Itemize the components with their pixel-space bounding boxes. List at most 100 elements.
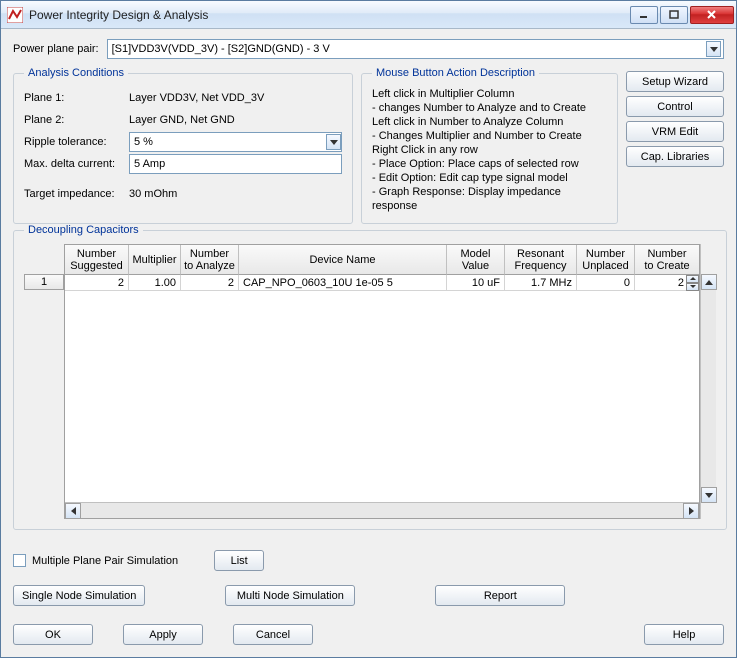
- power-plane-pair-row: Power plane pair: [S1]VDD3V(VDD_3V) - [S…: [13, 39, 724, 59]
- cell-value[interactable]: 10 uF: [447, 275, 505, 291]
- chevron-down-icon: [710, 47, 718, 52]
- app-window: Power Integrity Design & Analysis Power …: [0, 0, 737, 658]
- number-to-create-spinner[interactable]: [686, 275, 699, 291]
- col-multiplier[interactable]: Multiplier: [129, 245, 181, 275]
- cell-multiplier[interactable]: 1.00: [129, 275, 181, 291]
- chevron-left-icon: [71, 507, 76, 515]
- dropdown-button[interactable]: [326, 134, 341, 150]
- mouse-line: - Graph Response: Display impedance resp…: [372, 185, 607, 213]
- ripple-tolerance-label: Ripple tolerance:: [24, 136, 129, 148]
- chevron-down-icon: [705, 493, 713, 498]
- close-button[interactable]: [690, 6, 734, 24]
- power-plane-pair-select[interactable]: [S1]VDD3V(VDD_3V) - [S2]GND(GND) - 3 V: [107, 39, 724, 59]
- col-number-to-analyze[interactable]: Numberto Analyze: [181, 245, 239, 275]
- cell-freq[interactable]: 1.7 MHz: [505, 275, 577, 291]
- decoupling-capacitors-group: Decoupling Capacitors 1 NumberSuggested …: [13, 224, 727, 530]
- chevron-down-icon: [690, 285, 696, 288]
- dialog-buttons: OK Apply Cancel Help: [13, 624, 724, 645]
- spin-down-button[interactable]: [686, 283, 699, 291]
- scroll-right-button[interactable]: [683, 503, 699, 519]
- report-button[interactable]: Report: [435, 585, 565, 606]
- mouse-line: Right Click in any row: [372, 143, 607, 157]
- table-body: 2 1.00 2 CAP_NPO_0603_10U 1e-05 5 10 uF …: [65, 275, 699, 502]
- col-number-unplaced[interactable]: NumberUnplaced: [577, 245, 635, 275]
- list-button[interactable]: List: [214, 550, 264, 571]
- window-buttons: [628, 6, 734, 24]
- plane2-value: Layer GND, Net GND: [129, 114, 342, 126]
- scroll-track[interactable]: [701, 290, 716, 487]
- decap-grid: NumberSuggested Multiplier Numberto Anal…: [64, 244, 700, 519]
- multi-node-simulation-button[interactable]: Multi Node Simulation: [225, 585, 355, 606]
- spin-up-button[interactable]: [686, 275, 699, 283]
- minimize-button[interactable]: [630, 6, 658, 24]
- simulation-buttons: Single Node Simulation Multi Node Simula…: [13, 585, 724, 606]
- table-row[interactable]: 2 1.00 2 CAP_NPO_0603_10U 1e-05 5 10 uF …: [65, 275, 699, 291]
- app-icon: [7, 7, 23, 23]
- help-button[interactable]: Help: [644, 624, 724, 645]
- ok-button[interactable]: OK: [13, 624, 93, 645]
- apply-button[interactable]: Apply: [123, 624, 203, 645]
- vertical-scrollbar[interactable]: [700, 244, 716, 519]
- analysis-conditions-group: Analysis Conditions Plane 1: Layer VDD3V…: [13, 67, 353, 224]
- ripple-tolerance-select[interactable]: 5 %: [129, 132, 342, 152]
- chevron-right-icon: [689, 507, 694, 515]
- window-title: Power Integrity Design & Analysis: [29, 8, 628, 22]
- power-plane-pair-label: Power plane pair:: [13, 43, 99, 55]
- chevron-down-icon: [330, 140, 338, 145]
- power-plane-pair-value: [S1]VDD3V(VDD_3V) - [S2]GND(GND) - 3 V: [112, 43, 330, 55]
- cell-create[interactable]: 2: [635, 275, 699, 291]
- max-delta-current-input[interactable]: [129, 154, 342, 174]
- multiple-plane-pair-checkbox[interactable]: [13, 554, 26, 567]
- ripple-tolerance-value: 5 %: [134, 136, 153, 148]
- side-buttons: Setup Wizard Control VRM Edit Cap. Libra…: [626, 67, 724, 224]
- col-number-suggested[interactable]: NumberSuggested: [65, 245, 129, 275]
- top-section: Analysis Conditions Plane 1: Layer VDD3V…: [13, 67, 724, 224]
- mouse-line: - changes Number to Analyze and to Creat…: [372, 101, 607, 115]
- multiple-plane-pair-label: Multiple Plane Pair Simulation: [32, 555, 178, 567]
- dropdown-button[interactable]: [706, 41, 721, 57]
- col-number-to-create[interactable]: Numberto Create: [635, 245, 699, 275]
- cap-libraries-button[interactable]: Cap. Libraries: [626, 146, 724, 167]
- cancel-button[interactable]: Cancel: [233, 624, 313, 645]
- mouse-line: - Place Option: Place caps of selected r…: [372, 157, 607, 171]
- mouse-line: - Changes Multiplier and Number to Creat…: [372, 129, 607, 143]
- chevron-up-icon: [690, 277, 696, 280]
- horizontal-scrollbar[interactable]: [65, 502, 699, 518]
- row-header[interactable]: 1: [24, 274, 64, 290]
- scroll-left-button[interactable]: [65, 503, 81, 519]
- col-resonant-frequency[interactable]: ResonantFrequency: [505, 245, 577, 275]
- scroll-track[interactable]: [81, 503, 683, 518]
- mouse-line: Left click in Multiplier Column: [372, 87, 607, 101]
- content-area: Power plane pair: [S1]VDD3V(VDD_3V) - [S…: [1, 29, 736, 657]
- decap-table: 1 NumberSuggested Multiplier Numberto An…: [24, 244, 716, 519]
- scroll-down-button[interactable]: [701, 487, 717, 503]
- mouse-action-group: Mouse Button Action Description Left cli…: [361, 67, 618, 224]
- multi-plane-row: Multiple Plane Pair Simulation List: [13, 550, 724, 571]
- table-header: NumberSuggested Multiplier Numberto Anal…: [65, 245, 699, 275]
- cell-analyze[interactable]: 2: [181, 275, 239, 291]
- setup-wizard-button[interactable]: Setup Wizard: [626, 71, 724, 92]
- maximize-button[interactable]: [660, 6, 688, 24]
- lower-section: Multiple Plane Pair Simulation List Sing…: [13, 540, 724, 645]
- plane1-value: Layer VDD3V, Net VDD_3V: [129, 92, 342, 104]
- analysis-legend: Analysis Conditions: [24, 67, 128, 79]
- cell-unplaced[interactable]: 0: [577, 275, 635, 291]
- chevron-up-icon: [705, 280, 713, 285]
- control-button[interactable]: Control: [626, 96, 724, 117]
- plane1-label: Plane 1:: [24, 92, 129, 104]
- decap-legend: Decoupling Capacitors: [24, 224, 143, 236]
- titlebar: Power Integrity Design & Analysis: [1, 1, 736, 29]
- target-impedance-label: Target impedance:: [24, 188, 129, 200]
- target-impedance-value: 30 mOhm: [129, 188, 342, 200]
- plane2-label: Plane 2:: [24, 114, 129, 126]
- col-model-value[interactable]: ModelValue: [447, 245, 505, 275]
- scroll-up-button[interactable]: [701, 274, 717, 290]
- vrm-edit-button[interactable]: VRM Edit: [626, 121, 724, 142]
- col-device-name[interactable]: Device Name: [239, 245, 447, 275]
- cell-suggested[interactable]: 2: [65, 275, 129, 291]
- mouse-legend: Mouse Button Action Description: [372, 67, 539, 79]
- single-node-simulation-button[interactable]: Single Node Simulation: [13, 585, 145, 606]
- mouse-line: Left click in Number to Analyze Column: [372, 115, 607, 129]
- cell-device[interactable]: CAP_NPO_0603_10U 1e-05 5: [239, 275, 447, 291]
- cell-create-value: 2: [678, 277, 684, 289]
